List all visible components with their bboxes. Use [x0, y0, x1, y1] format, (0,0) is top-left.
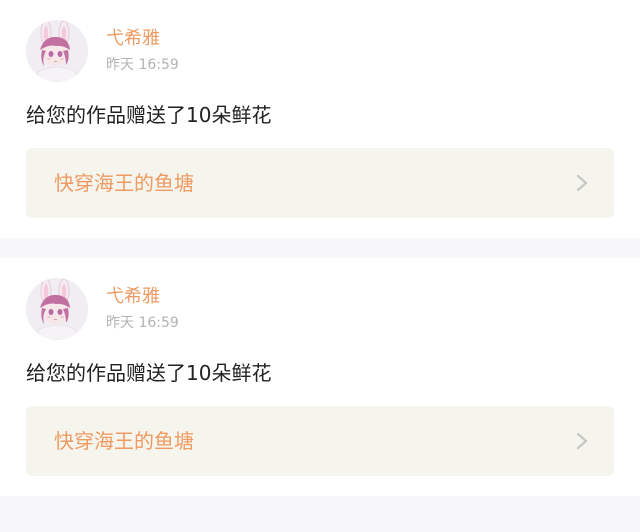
timestamp: 昨天 16:59 — [106, 57, 179, 73]
anime-avatar-icon — [26, 20, 88, 82]
gift-notification-card: 弋希雅 昨天 16:59 给您的作品赠送了10朵鲜花 快穿海王的鱼塘 — [0, 0, 640, 238]
username[interactable]: 弋希雅 — [106, 28, 160, 50]
work-link-card[interactable]: 快穿海王的鱼塘 — [26, 406, 614, 476]
chevron-right-icon — [576, 174, 588, 192]
chevron-right-icon — [576, 432, 588, 450]
username[interactable]: 弋希雅 — [106, 286, 160, 308]
work-link-card[interactable]: 快穿海王的鱼塘 — [26, 148, 614, 218]
notification-message: 给您的作品赠送了10朵鲜花 — [26, 361, 272, 385]
anime-avatar-icon — [26, 278, 88, 340]
work-title: 快穿海王的鱼塘 — [54, 429, 194, 453]
user-avatar[interactable] — [26, 278, 88, 340]
work-title: 快穿海王的鱼塘 — [54, 171, 194, 195]
timestamp: 昨天 16:59 — [106, 315, 179, 331]
gift-notification-card: 弋希雅 昨天 16:59 给您的作品赠送了10朵鲜花 快穿海王的鱼塘 — [0, 258, 640, 496]
user-avatar[interactable] — [26, 20, 88, 82]
notification-feed: 弋希雅 昨天 16:59 给您的作品赠送了10朵鲜花 快穿海王的鱼塘 弋希雅 昨… — [0, 0, 640, 496]
notification-message: 给您的作品赠送了10朵鲜花 — [26, 103, 272, 127]
